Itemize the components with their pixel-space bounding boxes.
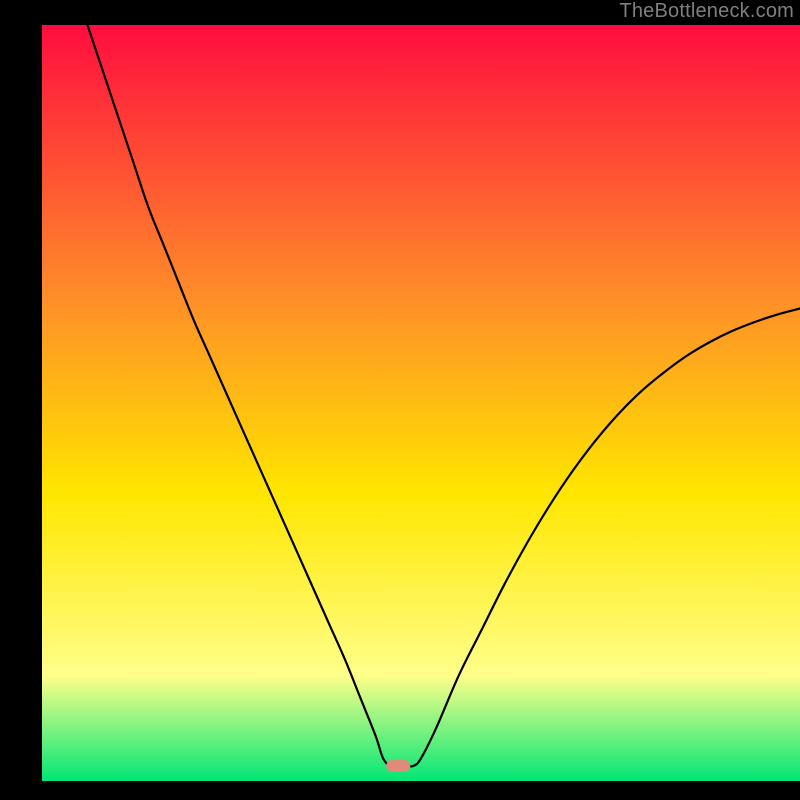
watermark-text: TheBottleneck.com	[619, 0, 794, 23]
chart-svg	[0, 0, 800, 800]
bottleneck-chart: TheBottleneck.com	[0, 0, 800, 800]
plot-background	[42, 25, 800, 781]
optimum-marker	[386, 760, 410, 772]
